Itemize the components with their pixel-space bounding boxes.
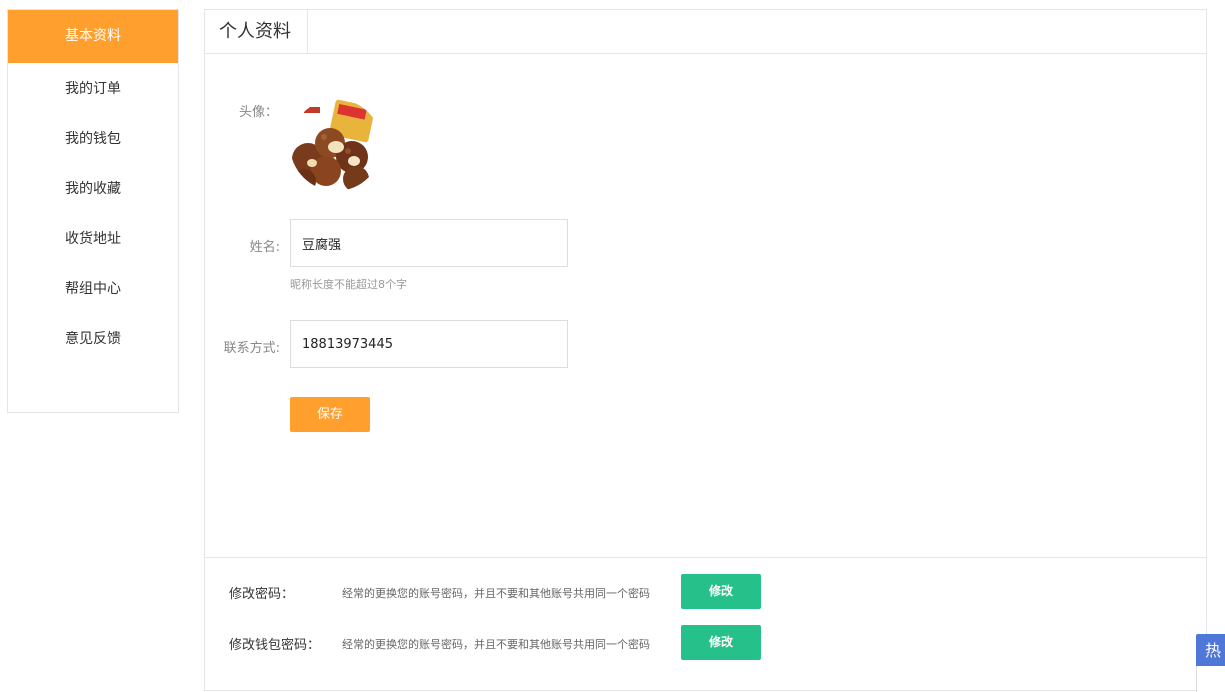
sidebar-item-my-wallet[interactable]: 我的钱包 (8, 113, 178, 163)
save-button[interactable]: 保存 (290, 397, 370, 432)
hot-widget-body (1196, 666, 1225, 692)
sidebar: 基本资料 我的订单 我的钱包 我的收藏 收货地址 帮组中心 意见反馈 (7, 9, 179, 413)
avatar[interactable] (290, 99, 382, 191)
contact-label: 联系方式: (223, 341, 280, 356)
name-hint: 昵称长度不能超过8个字 (290, 278, 407, 291)
panel-header: 个人资料 (205, 10, 1206, 54)
sidebar-item-feedback[interactable]: 意见反馈 (8, 313, 178, 363)
change-wallet-password-button[interactable]: 修改 (681, 625, 761, 660)
avatar-label: 头像： (238, 105, 278, 120)
sidebar-item-shipping-address[interactable]: 收货地址 (8, 213, 178, 263)
section-divider (205, 557, 1206, 558)
tab-personal-info[interactable]: 个人资料 (205, 10, 308, 54)
avatar-image (290, 99, 382, 191)
hot-widget[interactable]: 热 (1196, 634, 1225, 692)
change-wallet-password-label: 修改钱包密码： (229, 638, 321, 653)
contact-input[interactable] (290, 320, 568, 368)
change-password-desc: 经常的更换您的账号密码，并且不要和其他账号共用同一个密码 (342, 587, 650, 600)
profile-panel: 个人资料 头像： 姓名: 昵称长度不能超过8个字 联系方式: 保存 修改密码： … (204, 9, 1207, 691)
name-input[interactable] (290, 219, 568, 267)
sidebar-item-help-center[interactable]: 帮组中心 (8, 263, 178, 313)
sidebar-item-basic-info[interactable]: 基本资料 (8, 10, 178, 63)
change-password-button[interactable]: 修改 (681, 574, 761, 609)
hot-widget-label: 热 (1196, 634, 1225, 666)
name-label: 姓名: (249, 240, 280, 255)
change-wallet-password-desc: 经常的更换您的账号密码，并且不要和其他账号共用同一个密码 (342, 638, 650, 651)
sidebar-item-my-favorites[interactable]: 我的收藏 (8, 163, 178, 213)
change-password-label: 修改密码： (229, 587, 295, 602)
sidebar-item-my-orders[interactable]: 我的订单 (8, 63, 178, 113)
